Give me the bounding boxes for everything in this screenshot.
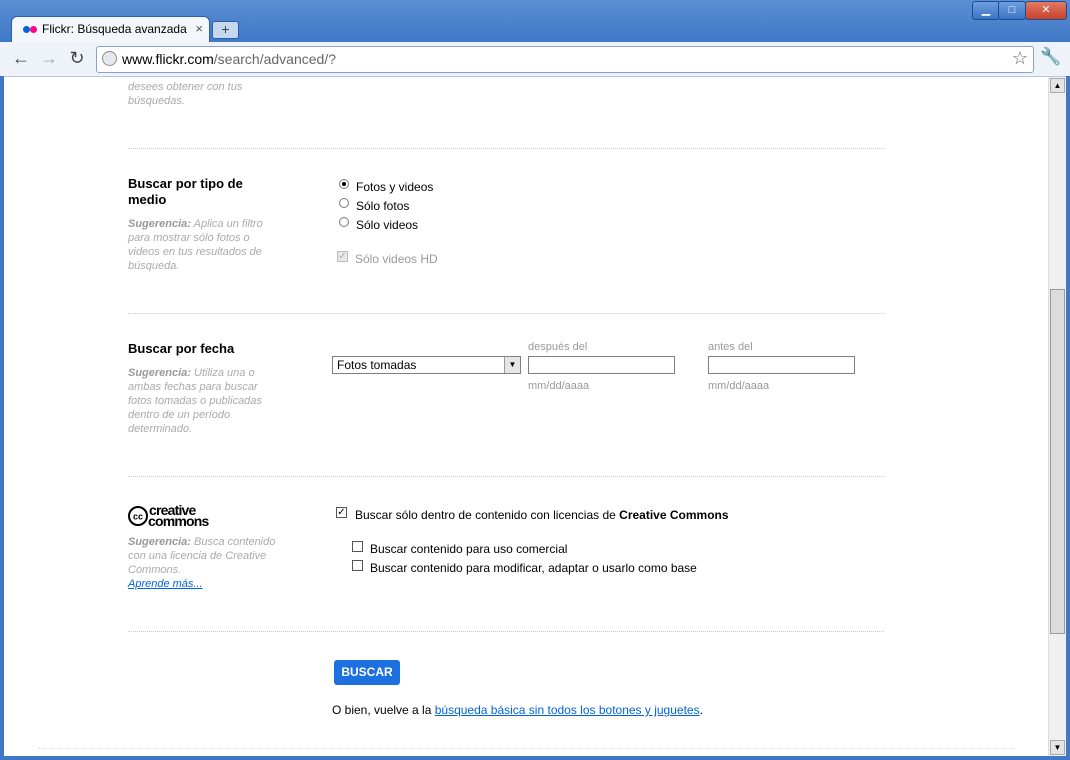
bookmark-star-icon[interactable]: ☆ [1012, 48, 1028, 69]
section-divider [128, 148, 884, 149]
after-date-input[interactable] [528, 356, 675, 374]
radio-solo-videos[interactable] [339, 217, 349, 227]
basic-search-link[interactable]: búsqueda básica sin todos los botones y … [435, 703, 700, 717]
date-type-select[interactable]: Fotos tomadas ▼ [332, 356, 521, 374]
footer-prefix: O bien, vuelve a la [332, 703, 435, 717]
checkbox-commercial-use[interactable] [352, 541, 363, 552]
scroll-up-arrow-icon[interactable]: ▲ [1050, 78, 1065, 93]
cc-only-label-bold: Creative Commons [619, 508, 729, 522]
url-path: /search/advanced/? [213, 51, 336, 67]
hint-line: desees obtener con tus [128, 81, 243, 93]
dropdown-arrow-icon: ▼ [504, 357, 520, 373]
svg-text:cc: cc [133, 512, 143, 522]
window-border-right [1066, 76, 1070, 760]
search-button[interactable]: BUSCAR [334, 660, 400, 685]
checkbox-cc-only[interactable]: ✓ [336, 507, 347, 518]
cc-only-label: Buscar sólo dentro de contenido con lice… [355, 508, 729, 522]
option-label: Fotos y videos [356, 180, 434, 194]
date-hint: Sugerencia: Utiliza una o ambas fechas p… [128, 366, 268, 436]
before-date-format: mm/dd/aaaa [708, 380, 770, 392]
option-label: Sólo fotos [356, 199, 410, 213]
cc-only-label-prefix: Buscar sólo dentro de contenido con lice… [355, 508, 620, 522]
hint-line: búsquedas. [128, 95, 185, 107]
hint-label: Sugerencia: [128, 218, 191, 230]
media-type-heading: Buscar por tipo de medio [128, 176, 243, 207]
radio-fotos-y-videos[interactable] [339, 179, 349, 189]
forward-button[interactable]: → [38, 48, 60, 69]
cc-hint: Sugerencia: Busca contenido con una lice… [128, 535, 288, 577]
browser-toolbar: ← → ↻ www.flickr.com/search/advanced/? ☆ [0, 42, 1070, 77]
learn-more-link[interactable]: Aprende más... [128, 577, 278, 591]
tab-close-icon[interactable]: × [195, 21, 203, 36]
commercial-use-label: Buscar contenido para uso comercial [370, 542, 568, 556]
back-button[interactable]: ← [10, 48, 32, 69]
modify-adapt-label: Buscar contenido para modificar, adaptar… [370, 561, 697, 575]
after-date-label: después del [528, 341, 588, 353]
page-bottom-divider [38, 748, 1016, 749]
scroll-down-arrow-icon[interactable]: ▼ [1050, 740, 1065, 755]
section-divider [128, 631, 884, 632]
url-text: www.flickr.com/search/advanced/? [122, 51, 336, 67]
reload-button[interactable]: ↻ [66, 48, 88, 69]
window-border-left [0, 76, 4, 760]
hd-label: Sólo videos HD [355, 252, 438, 266]
vertical-scrollbar[interactable]: ▲ ▼ [1048, 77, 1066, 756]
new-tab-button[interactable]: + [212, 21, 239, 39]
svg-text:commons: commons [148, 513, 210, 529]
checkbox-solo-videos-hd[interactable]: ✓ [337, 251, 348, 262]
wrench-icon[interactable]: 🔧 [1040, 47, 1061, 67]
browser-tab[interactable]: Flickr: Búsqueda avanzada × [11, 16, 210, 43]
section-divider [128, 476, 884, 477]
flickr-favicon-pink-dot [30, 26, 37, 33]
after-date-format: mm/dd/aaaa [528, 380, 590, 392]
minimize-button[interactable]: ▁ [972, 1, 1000, 20]
before-date-label: antes del [708, 341, 753, 353]
scrollbar-thumb[interactable] [1050, 289, 1065, 634]
date-heading: Buscar por fecha [128, 341, 235, 356]
hint-label: Sugerencia: [128, 367, 191, 379]
creative-commons-logo: cc creative commons [128, 503, 210, 529]
footer-suffix: . [699, 703, 703, 717]
window-border-bottom [0, 756, 1070, 760]
select-value: Fotos tomadas [337, 358, 417, 372]
flickr-favicon-blue-dot [23, 26, 30, 33]
globe-icon [102, 51, 117, 66]
section-divider [128, 313, 884, 314]
option-label: Sólo videos [356, 218, 419, 232]
hint-label: Sugerencia: [128, 536, 191, 548]
url-host: www.flickr.com [122, 51, 214, 67]
radio-solo-fotos[interactable] [339, 198, 349, 208]
previous-section-hint: desees obtener con tus búsquedas. [128, 80, 278, 108]
tab-title: Flickr: Búsqueda avanzada [42, 22, 187, 36]
maximize-button[interactable]: □ [998, 1, 1026, 20]
media-type-hint: Sugerencia: Aplica un filtro para mostra… [128, 217, 273, 273]
window-close-button[interactable]: ✕ [1025, 1, 1067, 20]
checkbox-modify-adapt[interactable] [352, 560, 363, 571]
address-bar[interactable]: www.flickr.com/search/advanced/? ☆ [96, 46, 1034, 73]
footer-text: O bien, vuelve a la búsqueda básica sin … [332, 703, 703, 717]
before-date-input[interactable] [708, 356, 855, 374]
